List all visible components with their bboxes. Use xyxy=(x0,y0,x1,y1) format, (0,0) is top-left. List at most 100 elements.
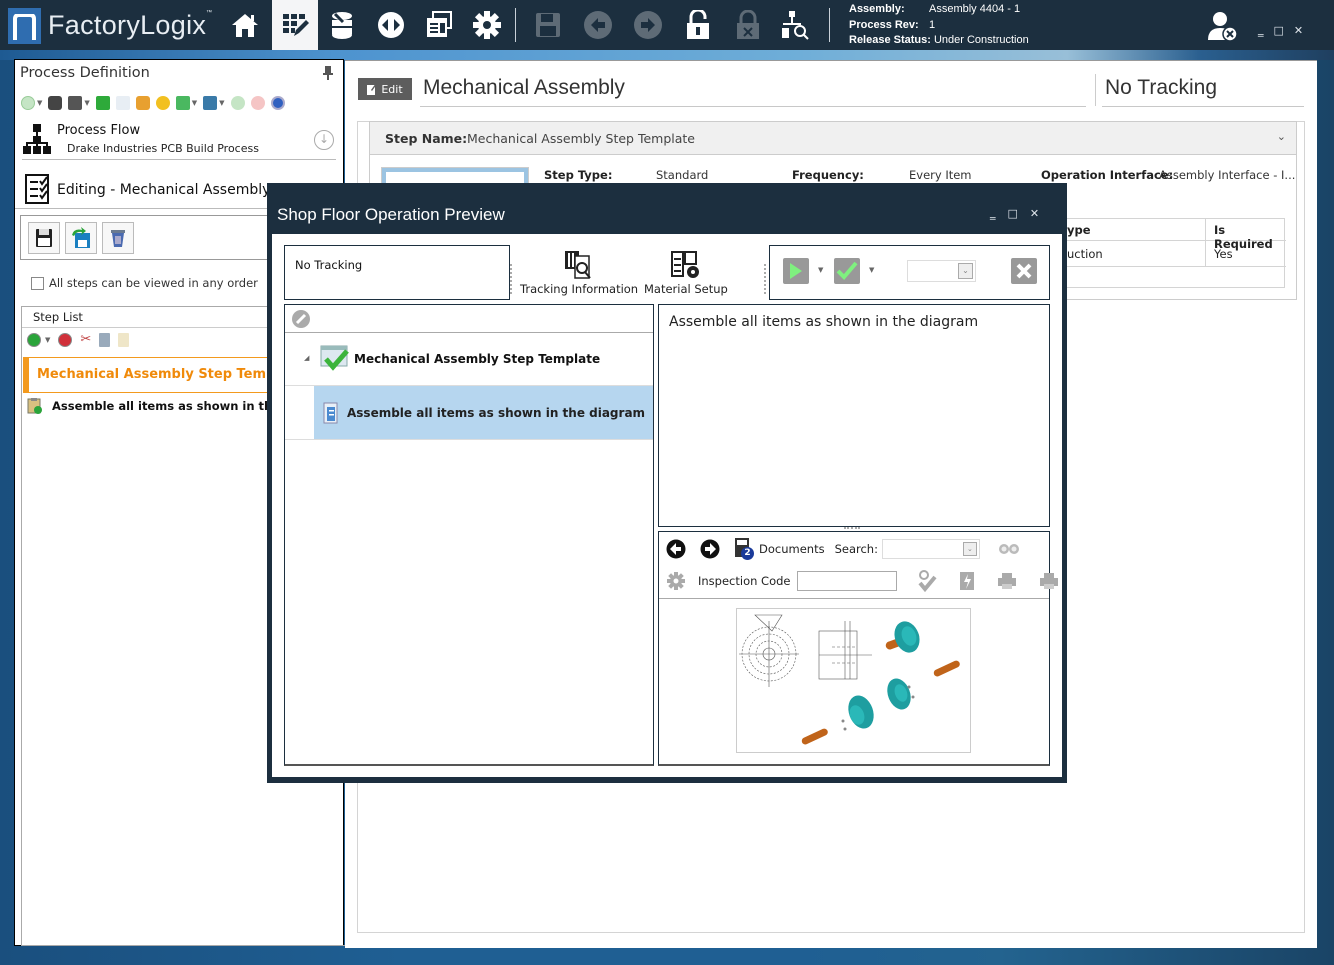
cancel-operation-button[interactable] xyxy=(1011,258,1037,284)
start-dropdown-arrow-icon[interactable]: ▼ xyxy=(818,266,823,274)
remove-icon[interactable] xyxy=(250,96,265,110)
table-header-is-required[interactable]: Is Required xyxy=(1206,219,1286,251)
material-setup-button[interactable]: Material Setup xyxy=(644,250,728,296)
user-logout-icon[interactable] xyxy=(1208,10,1238,45)
splitter-grip[interactable] xyxy=(844,527,860,530)
dropdown-arrow-icon[interactable]: ▼ xyxy=(45,336,50,344)
toolbar-grip[interactable] xyxy=(510,264,513,294)
divider xyxy=(22,159,336,160)
step-name-label: Step Name: xyxy=(385,131,468,146)
close-button[interactable]: ✕ xyxy=(1294,24,1303,37)
copy-icon[interactable] xyxy=(99,332,111,347)
material-setup-label: Material Setup xyxy=(644,282,728,296)
gear-icon[interactable] xyxy=(666,571,686,591)
tree-expand-icon[interactable]: ◢ xyxy=(304,354,309,362)
next-document-icon[interactable] xyxy=(700,539,720,559)
process-search-icon[interactable] xyxy=(772,0,818,50)
operation-select[interactable]: ⌄ xyxy=(907,260,976,282)
instruction-text: Assemble all items as shown in the diagr… xyxy=(669,314,979,330)
export-icon[interactable] xyxy=(203,96,218,110)
process-flow-icon xyxy=(23,124,51,157)
any-order-label: All steps can be viewed in any order xyxy=(49,276,258,290)
pause-icon[interactable] xyxy=(270,96,285,110)
import-icon[interactable] xyxy=(319,0,365,50)
dropdown-arrow-icon[interactable]: ▼ xyxy=(37,99,42,107)
inspection-code-input[interactable] xyxy=(796,571,897,591)
dialog-minimize-button[interactable]: ‗ xyxy=(990,207,996,220)
remove-step-icon[interactable] xyxy=(58,332,73,347)
dialog-maximize-button[interactable]: □ xyxy=(1008,207,1018,220)
print-label-icon[interactable] xyxy=(1039,572,1059,590)
pin-icon[interactable] xyxy=(323,66,333,83)
step-list-title: Step List xyxy=(33,310,83,324)
back-icon[interactable] xyxy=(575,0,621,50)
toolbar-grip[interactable] xyxy=(764,264,767,294)
tree-toolbar xyxy=(285,305,653,333)
tracking-information-button[interactable]: Tracking Information xyxy=(520,250,638,296)
dropdown-arrow-icon[interactable]: ▼ xyxy=(192,99,197,107)
disabled-icon[interactable] xyxy=(292,310,310,331)
dropdown-arrow-icon[interactable]: ▼ xyxy=(219,99,224,107)
minimize-button[interactable]: ‗ xyxy=(1258,24,1264,37)
dialog-close-button[interactable]: ✕ xyxy=(1030,207,1039,220)
expand-down-icon[interactable]: ↓ xyxy=(314,130,334,150)
documents-icon[interactable]: 2 xyxy=(734,538,754,560)
start-button[interactable] xyxy=(783,258,809,284)
inspect-check-icon[interactable] xyxy=(917,570,937,592)
document-icon[interactable] xyxy=(115,96,130,110)
instructions-table: ype Is Required uction Yes xyxy=(1060,218,1286,288)
operation-interface-label: Operation Interface: xyxy=(1041,168,1174,182)
chevron-down-icon[interactable]: ⌄ xyxy=(958,263,973,279)
add-step-icon[interactable] xyxy=(27,332,41,347)
table-header-type[interactable]: ype xyxy=(1061,219,1206,241)
add-icon[interactable] xyxy=(21,96,35,110)
previous-document-icon[interactable] xyxy=(666,539,686,559)
step-name-header[interactable]: Step Name: Mechanical Assembly Step Temp… xyxy=(369,121,1297,155)
settings-icon[interactable] xyxy=(464,0,510,50)
paste-icon[interactable] xyxy=(118,332,130,347)
any-order-checkbox-row[interactable]: All steps can be viewed in any order xyxy=(31,276,258,290)
save-and-close-button[interactable] xyxy=(65,222,97,254)
app-logo-text: FactoryLogix™ xyxy=(48,10,213,40)
cut-icon[interactable]: ✂ xyxy=(80,332,91,347)
gear-icon[interactable] xyxy=(155,96,170,110)
unlock-icon[interactable] xyxy=(675,0,721,50)
binoculars-icon[interactable] xyxy=(998,543,1020,555)
edit-button[interactable]: Edit xyxy=(358,78,412,100)
refresh-icon[interactable] xyxy=(230,96,245,110)
complete-button[interactable] xyxy=(834,258,860,284)
defect-icon[interactable] xyxy=(959,571,975,591)
process-flow-title: Process Flow xyxy=(57,123,141,138)
navigate-icon[interactable] xyxy=(368,0,414,50)
forward-icon[interactable] xyxy=(625,0,671,50)
search-dropdown[interactable]: ⌄ xyxy=(881,539,980,559)
process-edit-icon[interactable] xyxy=(272,0,318,50)
material-setup-icon xyxy=(670,251,699,278)
chevron-down-icon[interactable]: ⌄ xyxy=(962,542,977,556)
shuffle-icon[interactable] xyxy=(95,96,110,110)
complete-dropdown-arrow-icon[interactable]: ▼ xyxy=(869,266,874,274)
print-icon[interactable] xyxy=(68,96,83,110)
assembly-title: Mechanical Assembly xyxy=(423,76,625,99)
chevron-down-icon[interactable]: ⌄ xyxy=(1277,130,1286,143)
discard-button[interactable] xyxy=(102,222,134,254)
save-icon[interactable] xyxy=(525,0,571,50)
binoculars-icon[interactable] xyxy=(48,96,63,110)
assembly-drawing-image xyxy=(736,608,971,753)
maximize-button[interactable]: □ xyxy=(1274,24,1284,37)
any-order-checkbox[interactable] xyxy=(31,276,44,290)
checklist-icon xyxy=(25,174,51,207)
step-list-toolbar: ▼ ✂ xyxy=(27,332,130,347)
brush-icon[interactable] xyxy=(135,96,150,110)
move-icon[interactable] xyxy=(175,96,190,110)
home-icon[interactable] xyxy=(222,0,268,50)
save-step-button[interactable] xyxy=(28,222,60,254)
toolbar-divider xyxy=(829,8,830,42)
checkmark-icon xyxy=(836,261,858,280)
documents-count-badge: 2 xyxy=(741,547,754,560)
step-name-value: Mechanical Assembly Step Template xyxy=(467,131,695,146)
print-icon[interactable] xyxy=(997,572,1017,590)
windows-icon[interactable] xyxy=(416,0,462,50)
dropdown-arrow-icon[interactable]: ▼ xyxy=(84,99,89,107)
lock-icon[interactable] xyxy=(725,0,771,50)
